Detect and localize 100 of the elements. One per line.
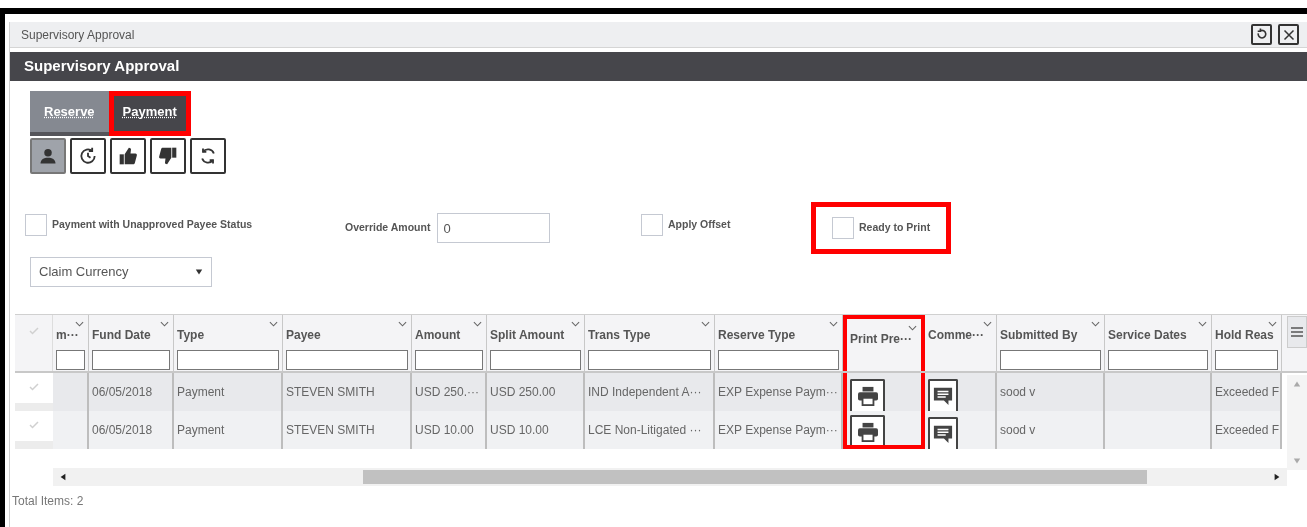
comment-icon — [932, 386, 954, 406]
tab[interactable]: Reserve — [30, 91, 109, 136]
currency-dropdown[interactable]: Claim Currency — [30, 257, 212, 287]
table-cell-text: Payment — [177, 422, 225, 439]
table-cell-text: STEVEN SMITH — [286, 384, 375, 401]
filter-field[interactable] — [56, 350, 85, 370]
scroll-left-icon[interactable] — [59, 473, 67, 481]
column-header[interactable]: Amount — [412, 315, 487, 371]
table-cell-text: Exceeded F — [1215, 422, 1280, 439]
table-cell-text: EXP Expense Paym··· — [718, 422, 838, 439]
toolbar-button[interactable] — [30, 138, 66, 174]
dropdown-caret-icon — [195, 268, 203, 276]
table-cell-text: LCE Non-Litigated ··· — [588, 422, 702, 439]
chevron-icon — [701, 321, 710, 327]
table-cell-text: USD 10.00 — [415, 422, 474, 439]
table-cell-text: EXP Expense Paym··· — [718, 384, 838, 401]
thumbs-up-icon — [118, 146, 138, 166]
column-menu-button[interactable] — [1287, 316, 1307, 348]
table-cell-text: IND Independent A··· — [588, 384, 702, 401]
chevron-icon — [1268, 321, 1277, 327]
chevron-icon — [398, 321, 407, 327]
column-header[interactable]: Payee — [283, 315, 412, 371]
toolbar-button[interactable] — [110, 138, 146, 174]
chevron-icon — [829, 321, 838, 327]
print-button[interactable] — [850, 379, 885, 411]
clock-icon — [78, 146, 98, 166]
scroll-right-icon[interactable] — [1273, 473, 1281, 481]
menu-icon — [1291, 327, 1303, 337]
close-button[interactable] — [1278, 24, 1299, 45]
chevron-icon — [1091, 321, 1100, 327]
table-cell-text: Payment — [177, 384, 225, 401]
close-icon — [1282, 28, 1295, 41]
column-header[interactable]: Comme··· — [925, 315, 997, 371]
restore-button[interactable] — [1251, 24, 1272, 45]
table-cell-text: 06/05/2018 — [92, 384, 153, 401]
printer-icon — [856, 422, 879, 442]
person-icon — [38, 146, 58, 166]
table-row[interactable]: 06/05/2018 Payment STEVEN SMITH USD 10.00 USD 10.00 LCE Non-Litigated ··· EXP Expense Paym··· sood v Exceeded F — [15, 411, 1282, 449]
comment-icon — [932, 424, 954, 444]
panel-title: Supervisory Approval — [24, 56, 180, 77]
window-title: Supervisory Approval — [21, 26, 135, 44]
tab[interactable]: Payment — [108, 91, 191, 136]
toolbar-button[interactable] — [70, 138, 106, 174]
print-button[interactable] — [850, 415, 885, 445]
chevron-icon — [160, 321, 169, 327]
checkbox[interactable] — [832, 217, 854, 239]
chevron-icon — [269, 321, 278, 327]
printer-icon — [856, 386, 879, 406]
table-cell-text: USD 250.00 — [490, 384, 556, 401]
undo-icon — [1255, 28, 1268, 41]
filter-field[interactable] — [490, 350, 581, 370]
table-cell-text: Exceeded F — [1215, 384, 1280, 401]
column-header[interactable]: Reserve Type — [715, 315, 843, 371]
filter-field[interactable] — [1000, 350, 1101, 370]
column-header[interactable]: Service Dates — [1105, 315, 1212, 371]
column-header[interactable]: Type — [174, 315, 283, 371]
table-row[interactable]: 06/05/2018 Payment STEVEN SMITH USD 250.··· USD 250.00 IND Independent A··· EXP Expense Paym··· sood v Exceeded F — [15, 373, 1282, 411]
override-amount-field[interactable]: 0 — [437, 213, 551, 243]
filter-field[interactable] — [92, 350, 170, 370]
column-header[interactable]: Split Amount — [487, 315, 585, 371]
column-header[interactable]: Fund Date — [89, 315, 174, 371]
table-cell-text: USD 250.··· — [415, 384, 479, 401]
check-icon — [27, 325, 40, 337]
filter-field[interactable] — [1108, 350, 1208, 370]
table-cell-text: USD 10.00 — [490, 422, 549, 439]
chevron-icon — [75, 321, 84, 327]
total-items-text: Total Items: 2 — [12, 494, 84, 508]
table-cell-text: STEVEN SMITH — [286, 422, 375, 439]
checkbox-label: Apply Offset — [668, 216, 731, 232]
filter-field[interactable] — [415, 350, 483, 370]
column-header[interactable]: Trans Type — [585, 315, 715, 371]
column-header[interactable]: m··· — [53, 315, 89, 371]
table-cell-text: 06/05/2018 — [92, 422, 153, 439]
filter-field[interactable] — [1215, 350, 1278, 370]
filter-field[interactable] — [588, 350, 711, 370]
check-icon — [28, 381, 40, 393]
filter-field[interactable] — [177, 350, 279, 370]
toolbar-button[interactable] — [190, 138, 226, 174]
toolbar-button[interactable] — [150, 138, 186, 174]
column-header[interactable]: Hold Reas — [1212, 315, 1282, 371]
table-cell-text: sood v — [1000, 422, 1036, 439]
chevron-icon — [1198, 321, 1207, 327]
checkbox[interactable] — [25, 213, 47, 236]
table-cell-text: sood v — [1000, 384, 1036, 401]
comment-button[interactable] — [928, 417, 958, 449]
comment-button[interactable] — [928, 379, 958, 411]
column-header[interactable]: Submitted By — [997, 315, 1105, 371]
chevron-icon — [983, 321, 992, 327]
filter-field[interactable] — [718, 350, 839, 370]
thumbs-down-icon — [158, 146, 178, 166]
chevron-icon — [571, 321, 580, 327]
checkbox[interactable] — [641, 213, 663, 236]
filter-field[interactable] — [286, 350, 408, 370]
checkbox-label: Payment with Unapproved Payee Status — [52, 216, 253, 232]
scrollbar-thumb[interactable] — [363, 470, 1147, 484]
check-icon — [28, 419, 40, 431]
chevron-icon — [908, 325, 917, 331]
field-label: Override Amount — [345, 220, 431, 236]
checkbox-label: Ready to Print — [859, 220, 931, 236]
chevron-icon — [473, 321, 482, 327]
